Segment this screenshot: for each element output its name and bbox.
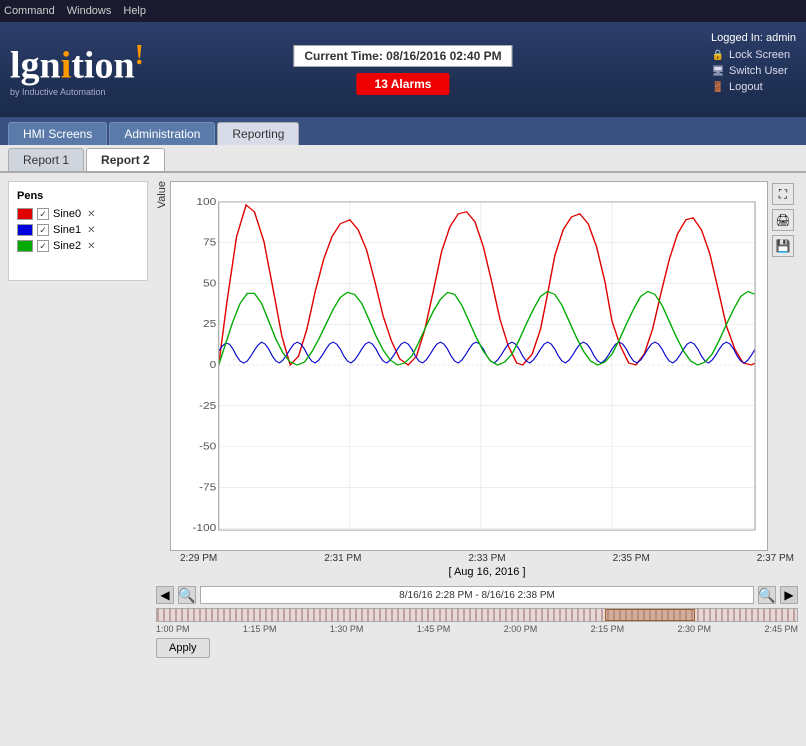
menu-windows[interactable]: Windows [67,5,112,17]
zoom-out-btn[interactable]: 🔍 [758,586,776,604]
lock-screen-label: Lock Screen [729,49,790,61]
tl-label-2: 1:30 PM [330,624,364,634]
timeline-labels: 1:00 PM 1:15 PM 1:30 PM 1:45 PM 2:00 PM … [156,624,798,634]
zoom-in-btn[interactable]: 🔍 [178,586,196,604]
svg-text:-50: -50 [199,441,216,452]
chart-container: Pens ✓ Sine0 ✕ ✓ Sine1 ✕ ✓ Sine2 ✕ [8,181,798,658]
apply-button[interactable]: Apply [156,638,210,658]
expand-button[interactable]: ⛶ [772,183,794,205]
svg-text:50: 50 [203,278,216,289]
timeline-left-arrow[interactable]: ◀ [156,586,174,604]
legend-check-sine2[interactable]: ✓ [37,240,49,252]
tl-label-1: 1:15 PM [243,624,277,634]
print-button[interactable]: 🖨 [772,209,794,231]
svg-text:-25: -25 [199,401,216,412]
legend-remove-sine0[interactable]: ✕ [87,209,95,220]
report-tabs: Report 1 Report 2 [0,145,806,173]
legend-remove-sine1[interactable]: ✕ [87,225,95,236]
menubar: Command Windows Help [0,0,806,22]
tab-hmi-screens[interactable]: HMI Screens [8,122,107,145]
legend-item-sine2: ✓ Sine2 ✕ [17,240,139,252]
legend-box: Pens ✓ Sine0 ✕ ✓ Sine1 ✕ ✓ Sine2 ✕ [8,181,148,281]
header: lgnition! by Inductive Automation Curren… [0,22,806,117]
main-tabs: HMI Screens Administration Reporting [0,117,806,145]
switch-user-label: Switch User [729,65,788,77]
logo: lgnition! [10,42,144,85]
tab-report-2[interactable]: Report 2 [86,148,165,171]
x-label-0: 2:29 PM [180,553,217,564]
svg-text:-75: -75 [199,482,216,493]
logged-in-label: Logged In: admin [711,32,796,44]
svg-text:-100: -100 [192,523,216,534]
tl-label-3: 1:45 PM [417,624,451,634]
logo-subtitle: by Inductive Automation [10,87,106,97]
menu-command[interactable]: Command [4,5,55,17]
current-time: Current Time: 08/16/2016 02:40 PM [293,45,512,67]
chart-icons: ⛶ 🖨 💾 [768,181,798,259]
x-label-1: 2:31 PM [324,553,361,564]
chart-right: Value [156,181,798,658]
logo-accent: i [61,45,72,87]
full-timeline: 1:00 PM 1:15 PM 1:30 PM 1:45 PM 2:00 PM … [156,608,798,658]
svg-text:0: 0 [210,360,217,371]
lock-screen-action[interactable]: 🔒 Lock Screen [711,48,796,62]
legend-remove-sine2[interactable]: ✕ [87,241,95,252]
svg-text:75: 75 [203,237,216,248]
content: Pens ✓ Sine0 ✕ ✓ Sine1 ✕ ✓ Sine2 ✕ [0,173,806,746]
switch-user-icon: 🖥 [711,64,725,78]
x-label-4: 2:37 PM [757,553,794,564]
legend-item-sine1: ✓ Sine1 ✕ [17,224,139,236]
user-actions: 🔒 Lock Screen 🖥 Switch User 🚪 Logout [711,48,796,94]
tl-label-6: 2:30 PM [678,624,712,634]
logout-label: Logout [729,81,763,93]
svg-text:25: 25 [203,319,216,330]
tab-reporting[interactable]: Reporting [217,122,299,145]
tl-label-7: 2:45 PM [764,624,798,634]
legend-item-sine0: ✓ Sine0 ✕ [17,208,139,220]
chart-wrapper: Value [156,181,798,551]
user-area: Logged In: admin 🔒 Lock Screen 🖥 Switch … [711,32,796,94]
x-label-3: 2:35 PM [613,553,650,564]
chart-area: 100 75 50 25 0 -25 -50 -75 -100 [170,181,768,551]
switch-user-action[interactable]: 🖥 Switch User [711,64,796,78]
tl-label-5: 2:15 PM [591,624,625,634]
legend-label-sine1: Sine1 [53,224,81,236]
logout-icon: 🚪 [711,80,725,94]
menu-help[interactable]: Help [123,5,146,17]
x-label-2: 2:33 PM [468,553,505,564]
timeline-selection[interactable] [605,609,695,621]
x-axis-date: [ Aug 16, 2016 ] [176,566,798,578]
tab-report-1[interactable]: Report 1 [8,148,84,171]
lock-icon: 🔒 [711,48,725,62]
tab-administration[interactable]: Administration [109,122,215,145]
legend-color-sine1 [17,224,33,236]
timeline-bar[interactable] [156,608,798,622]
y-axis-label: Value [156,181,168,208]
legend-color-sine2 [17,240,33,252]
timeline-range: 8/16/16 2:28 PM - 8/16/16 2:38 PM [200,586,754,604]
alarms-button[interactable]: 13 Alarms [357,73,450,95]
legend-label-sine2: Sine2 [53,240,81,252]
save-button[interactable]: 💾 [772,235,794,257]
legend-check-sine1[interactable]: ✓ [37,224,49,236]
apply-button-container: Apply [156,638,210,658]
timeline-nav: ◀ 🔍 8/16/16 2:28 PM - 8/16/16 2:38 PM 🔍 … [156,586,798,604]
tl-label-4: 2:00 PM [504,624,538,634]
header-center: Current Time: 08/16/2016 02:40 PM 13 Ala… [293,45,512,95]
logout-action[interactable]: 🚪 Logout [711,80,796,94]
chart-svg: 100 75 50 25 0 -25 -50 -75 -100 [171,182,767,550]
svg-text:100: 100 [196,197,216,208]
x-axis-labels: 2:29 PM 2:31 PM 2:33 PM 2:35 PM 2:37 PM [176,551,798,564]
legend-label-sine0: Sine0 [53,208,81,220]
timeline-right-arrow[interactable]: ▶ [780,586,798,604]
legend-check-sine0[interactable]: ✓ [37,208,49,220]
tl-label-0: 1:00 PM [156,624,190,634]
legend-title: Pens [17,190,139,202]
logo-area: lgnition! by Inductive Automation [10,42,144,97]
legend-color-sine0 [17,208,33,220]
